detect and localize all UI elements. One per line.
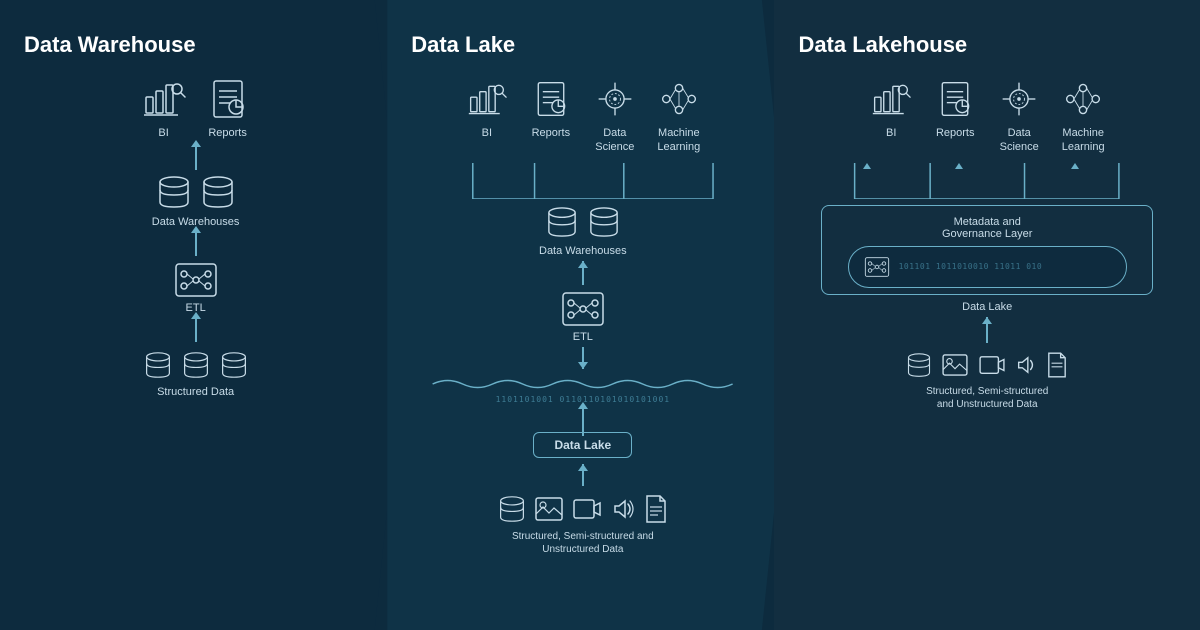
lh-structured-label: Structured, Semi-structuredand Unstructu…: [926, 385, 1048, 411]
lake-ml-icon: [656, 76, 702, 122]
lh-ml-label: MachineLearning: [1062, 126, 1105, 155]
lake-section: Data Lake BI: [387, 0, 794, 630]
bi-icon-item: BI: [141, 76, 187, 140]
warehouse-top-icons: BI Reports: [141, 76, 251, 140]
lake-bi-item: BI: [464, 76, 510, 155]
lake-title: Data Lake: [411, 32, 515, 58]
lake-inside-metadata: 101101 1011010010 11011 010: [848, 246, 1127, 288]
lh-ml-item: MachineLearning: [1060, 76, 1106, 155]
lake-structured-icons: [499, 494, 667, 524]
lh-datalake-label: Data Lake: [962, 301, 1012, 313]
lh-ds-item: DataScience: [996, 76, 1042, 155]
lake-ml-label: MachineLearning: [657, 126, 700, 155]
reports-icon: [205, 76, 251, 122]
lake-top-icons: BI Reports: [464, 76, 702, 155]
lake-dw-icons: [547, 205, 619, 239]
lake-datascience-label: DataScience: [595, 126, 634, 155]
lake-ml-item: MachineLearning: [656, 76, 702, 155]
lake-bi-label: BI: [482, 126, 492, 140]
lake-datascience-item: DataScience: [592, 76, 638, 155]
warehouse-title: Data Warehouse: [24, 32, 196, 58]
lh-structured-icons: [907, 351, 1067, 379]
lh-ds-icon: [996, 76, 1042, 122]
binary-in-metadata: 101101 1011010010 11011 010: [899, 262, 1043, 271]
lake-datascience-icon: [592, 76, 638, 122]
lake-reports-item: Reports: [528, 76, 574, 155]
structured-data-label-wh: Structured Data: [157, 386, 234, 398]
reports-label: Reports: [208, 126, 247, 140]
metadata-governance-box: Metadata andGovernance Layer 101101 1011…: [821, 205, 1153, 295]
lake-bi-icon: [464, 76, 510, 122]
lake-etl-label: ETL: [573, 331, 593, 343]
reports-icon-item: Reports: [205, 76, 251, 140]
lh-reports-icon: [932, 76, 978, 122]
lake-reports-label: Reports: [532, 126, 571, 140]
lh-ml-icon: [1060, 76, 1106, 122]
lake-etl-item: ETL: [559, 289, 607, 343]
data-warehouses-icons: [158, 174, 234, 210]
lake-structured-label: Structured, Semi-structured and Unstruct…: [483, 530, 683, 556]
lake-reports-icon: [528, 76, 574, 122]
bi-label: BI: [158, 126, 168, 140]
lh-ds-label: DataScience: [1000, 126, 1039, 155]
lh-reports-label: Reports: [936, 126, 975, 140]
lh-bi-icon: [868, 76, 914, 122]
etl-icon-wh: ETL: [172, 260, 220, 314]
lh-bi-item: BI: [868, 76, 914, 155]
lakehouse-title: Data Lakehouse: [798, 32, 967, 58]
lh-reports-item: Reports: [932, 76, 978, 155]
lakehouse-top-icons: BI Reports: [868, 76, 1106, 155]
metadata-governance-label: Metadata andGovernance Layer: [942, 216, 1033, 240]
bi-icon: [141, 76, 187, 122]
lh-bi-label: BI: [886, 126, 896, 140]
lake-dw-label: Data Warehouses: [539, 245, 627, 257]
warehouse-section: Data Warehouse BI: [0, 0, 407, 630]
structured-data-icons-wh: [145, 350, 247, 380]
lakehouse-section: Data Lakehouse BI: [774, 0, 1200, 630]
